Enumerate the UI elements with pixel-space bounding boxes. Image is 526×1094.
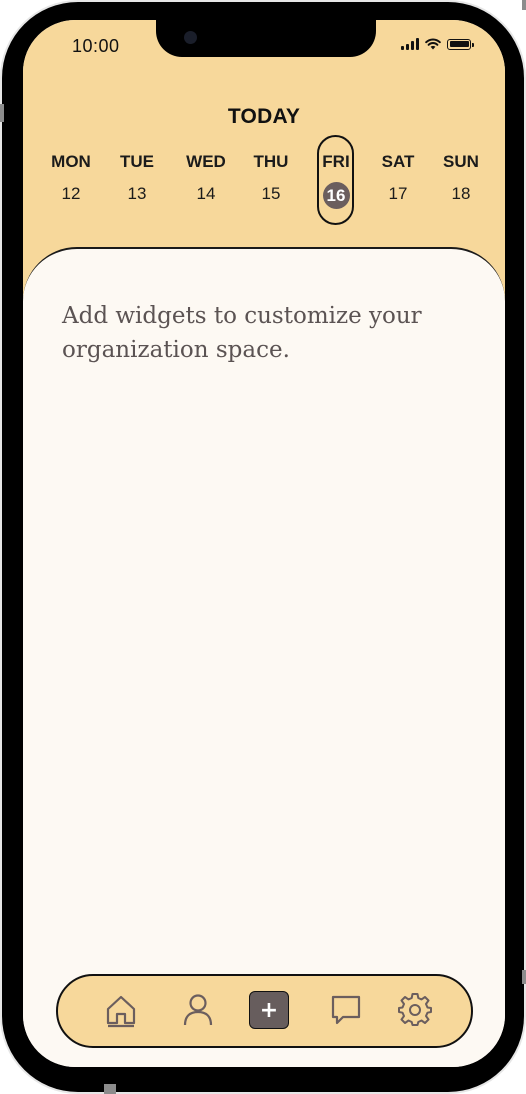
day-number: 17 [388,184,408,203]
bottom-nav: + [56,974,473,1048]
day-name: MON [51,152,91,171]
side-button [0,104,4,122]
selected-day-outline [317,135,354,225]
day-number: 13 [127,184,147,203]
add-icon: + [249,991,289,1029]
status-icons [401,38,474,50]
day-number: 18 [451,184,471,203]
day-sun[interactable]: SUN 18 [431,150,491,206]
day-fri-selected[interactable]: FRI 16 [306,135,366,225]
profile-icon [183,994,213,1026]
battery-icon [447,38,474,50]
day-name: WED [186,152,226,171]
status-time: 10:00 [72,36,120,56]
gear-icon [398,993,432,1026]
chat-button[interactable] [326,990,366,1030]
day-mon[interactable]: MON 12 [41,150,101,206]
side-button [522,970,526,984]
profile-button[interactable] [178,990,218,1030]
day-sat[interactable]: SAT 17 [368,150,428,206]
page-title: TODAY [227,105,301,128]
side-button [522,0,526,10]
home-button[interactable] [101,990,141,1030]
screen: 10:00 TODAY MON 12 TUE 13 WED 14 THU 15 … [23,20,505,1067]
day-thu[interactable]: THU 15 [241,150,301,206]
widget-area: Add widgets to customize your organizati… [23,247,505,1067]
day-name: SUN [443,152,479,171]
settings-button[interactable] [395,990,435,1030]
empty-state-hint: Add widgets to customize your organizati… [62,303,422,363]
camera-icon [184,31,197,44]
chat-icon [331,995,361,1025]
week-strip: MON 12 TUE 13 WED 14 THU 15 FRI 16 SAT 1… [23,135,505,230]
day-number: 14 [196,184,216,203]
signal-icon [401,38,419,50]
wifi-icon [425,38,441,50]
day-number: 12 [61,184,81,203]
day-name: THU [253,152,289,171]
side-button [104,1084,116,1094]
day-tue[interactable]: TUE 13 [107,150,167,206]
day-number: 15 [261,184,281,203]
add-widget-button[interactable]: + [249,990,289,1030]
day-name: SAT [381,152,415,171]
home-icon [106,995,136,1028]
day-wed[interactable]: WED 14 [176,150,236,206]
day-name: TUE [120,152,154,171]
